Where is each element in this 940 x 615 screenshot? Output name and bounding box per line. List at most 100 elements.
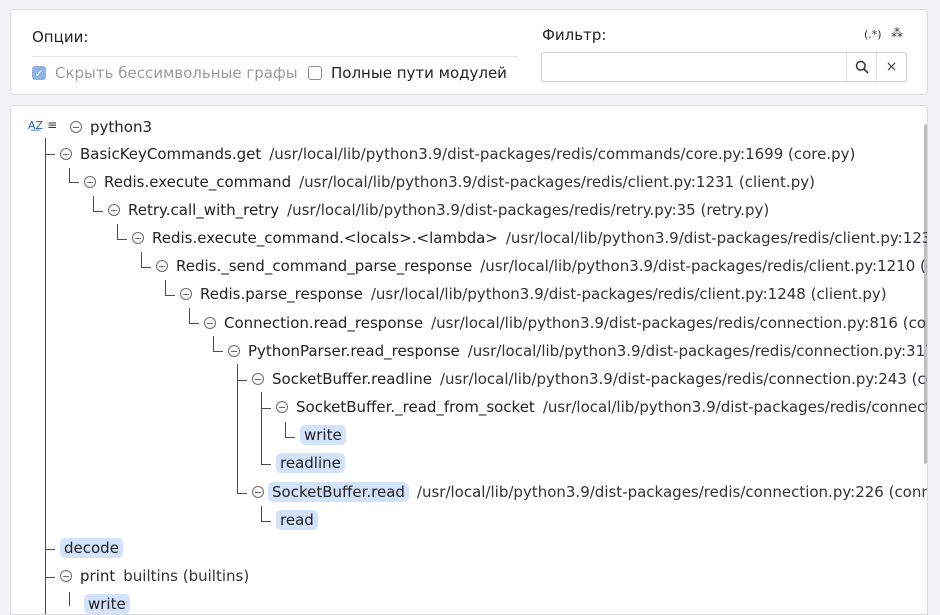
- filter-field: ×: [541, 52, 907, 82]
- search-button[interactable]: [846, 53, 876, 81]
- function-name: print: [80, 567, 116, 585]
- sort-list-icon[interactable]: ≡: [47, 118, 57, 132]
- regex-toggle-icon[interactable]: (.*): [864, 28, 882, 41]
- tree-node[interactable]: SocketBuffer.read /usr/local/lib/python3…: [252, 480, 927, 504]
- function-path: /usr/local/lib/python3.9/dist-packages/r…: [287, 201, 770, 219]
- tree-connector: [261, 521, 271, 522]
- function-name: read: [276, 510, 318, 530]
- function-name: SocketBuffer.readline: [272, 370, 432, 388]
- tree-node[interactable]: Redis.execute_command.<locals>.<lambda> …: [132, 226, 928, 250]
- tree-connector: [45, 549, 55, 550]
- collapse-icon[interactable]: [180, 288, 192, 300]
- call-tree-panel: A͟Z ≡ python3 BasicKeyCommands.get /usr/…: [10, 105, 928, 615]
- tree-connector: [93, 211, 103, 212]
- function-path: builtins (builtins): [123, 567, 250, 585]
- function-path: /usr/local/lib/python3.9/dist-packages/r…: [467, 342, 928, 360]
- tree-connector: [69, 592, 70, 606]
- collapse-icon[interactable]: [276, 401, 288, 413]
- clear-filter-button[interactable]: ×: [876, 53, 906, 81]
- full-paths-option[interactable]: Полные пути модулей: [308, 64, 507, 82]
- tree-leaf[interactable]: write: [300, 423, 346, 447]
- function-name: readline: [276, 453, 345, 473]
- tree-node[interactable]: Retry.call_with_retry /usr/local/lib/pyt…: [108, 198, 769, 222]
- tree-connector: [45, 577, 55, 578]
- tree-filter-icon[interactable]: ⁂: [891, 26, 903, 40]
- tree-connector: [285, 422, 286, 437]
- tree-leaf[interactable]: decode: [60, 536, 123, 560]
- tree-connector: [261, 392, 262, 464]
- filter-title: Фильтр:: [542, 26, 607, 44]
- hide-nosymbol-checkbox[interactable]: ✓: [32, 66, 46, 80]
- tree-connector: [165, 280, 166, 295]
- function-name: decode: [60, 538, 123, 558]
- root-label: python3: [90, 118, 153, 136]
- tree-connector: [117, 239, 127, 240]
- tree-connector: [117, 224, 118, 239]
- function-path: /usr/local/lib/python3.9/dist-packages/r…: [299, 173, 815, 191]
- options-title: Опции:: [32, 28, 89, 46]
- tree-leaf[interactable]: readline: [276, 451, 345, 475]
- function-name: PythonParser.read_response: [248, 342, 460, 360]
- tree-connector: [261, 464, 271, 465]
- tree-connector: [165, 295, 175, 296]
- function-name: Redis.parse_response: [200, 285, 363, 303]
- tree-connector: [189, 308, 190, 323]
- collapse-icon[interactable]: [84, 176, 96, 188]
- tree-connector: [237, 364, 238, 493]
- hide-nosymbol-label: Скрыть бессимвольные графы: [55, 64, 298, 82]
- collapse-icon[interactable]: [70, 121, 82, 133]
- tree-leaf[interactable]: read: [276, 508, 318, 532]
- tree-node[interactable]: Connection.read_response /usr/local/lib/…: [204, 311, 927, 335]
- full-paths-label: Полные пути модулей: [331, 64, 507, 82]
- sort-alpha-icon[interactable]: A͟Z: [28, 119, 43, 132]
- options-divider: [32, 56, 518, 57]
- function-name: Redis.execute_command.<locals>.<lambda>: [152, 229, 498, 247]
- tree-connector: [189, 323, 199, 324]
- collapse-icon[interactable]: [156, 260, 168, 272]
- root-toolbar: A͟Z ≡: [28, 118, 57, 132]
- collapse-icon[interactable]: [252, 373, 264, 385]
- function-name: Redis._send_command_parse_response: [176, 257, 473, 275]
- collapse-icon[interactable]: [132, 232, 144, 244]
- collapse-icon[interactable]: [108, 204, 120, 216]
- tree-node[interactable]: print builtins (builtins): [60, 564, 249, 588]
- tree-connector: [237, 380, 247, 381]
- search-icon: [855, 60, 869, 74]
- collapse-icon[interactable]: [204, 317, 216, 329]
- collapse-icon[interactable]: [60, 570, 72, 582]
- tree-connector: [93, 196, 94, 211]
- tree-leaf[interactable]: write: [84, 592, 130, 614]
- tree-root[interactable]: python3: [70, 115, 152, 139]
- function-name: Retry.call_with_retry: [128, 201, 280, 219]
- filter-input[interactable]: [542, 53, 846, 81]
- collapse-icon[interactable]: [228, 345, 240, 357]
- tree-node[interactable]: SocketBuffer._read_from_socket /usr/loca…: [276, 395, 927, 419]
- function-name: BasicKeyCommands.get: [80, 145, 262, 163]
- tree-connector: [141, 252, 142, 267]
- function-path: /usr/local/lib/python3.9/dist-packages/r…: [505, 229, 928, 247]
- tree-connector: [45, 154, 55, 155]
- function-path: /usr/local/lib/python3.9/dist-packages/r…: [370, 285, 887, 303]
- tree-connector: [237, 493, 247, 494]
- function-path: /usr/local/lib/python3.9/dist-packages/r…: [542, 398, 927, 416]
- options-panel: Опции: ✓ Скрыть бессимвольные графы Полн…: [10, 9, 928, 95]
- function-path: /usr/local/lib/python3.9/dist-packages/r…: [480, 257, 927, 275]
- function-path: /usr/local/lib/python3.9/dist-packages/r…: [431, 314, 927, 332]
- function-name: write: [84, 594, 130, 614]
- function-path: /usr/local/lib/python3.9/dist-packages/r…: [269, 145, 856, 163]
- tree-node[interactable]: Redis.parse_response /usr/local/lib/pyth…: [180, 282, 887, 306]
- tree-connector: [261, 408, 271, 409]
- tree-node[interactable]: Redis.execute_command /usr/local/lib/pyt…: [84, 170, 815, 194]
- collapse-icon[interactable]: [60, 148, 72, 160]
- function-name: Redis.execute_command: [104, 173, 292, 191]
- tree-connector: [213, 336, 214, 351]
- collapse-icon[interactable]: [252, 486, 264, 498]
- tree-node[interactable]: Redis._send_command_parse_response /usr/…: [156, 254, 927, 278]
- full-paths-checkbox[interactable]: [308, 66, 322, 80]
- tree-node[interactable]: PythonParser.read_response /usr/local/li…: [228, 339, 928, 363]
- hide-nosymbol-option[interactable]: ✓ Скрыть бессимвольные графы: [32, 64, 298, 82]
- tree-connector: [69, 168, 70, 182]
- tree-node[interactable]: BasicKeyCommands.get /usr/local/lib/pyth…: [60, 142, 855, 166]
- function-name: Connection.read_response: [224, 314, 424, 332]
- tree-node[interactable]: SocketBuffer.readline /usr/local/lib/pyt…: [252, 367, 927, 391]
